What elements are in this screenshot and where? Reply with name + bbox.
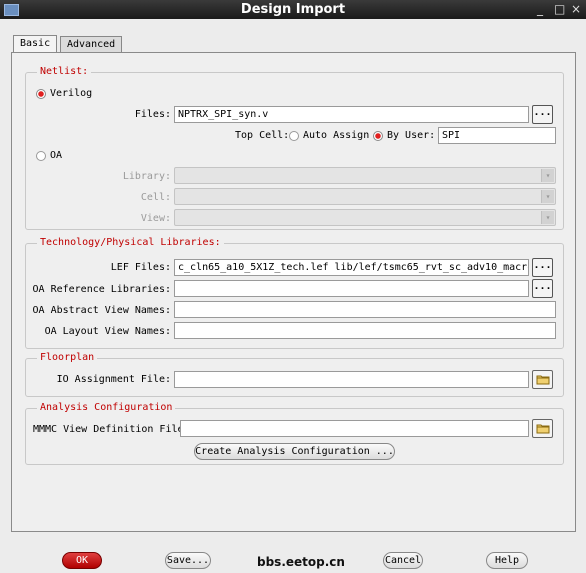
verilog-label: Verilog — [50, 88, 93, 99]
verilog-files-browse-button[interactable]: ... — [532, 105, 553, 124]
help-button[interactable]: Help — [486, 552, 528, 569]
cell-select[interactable]: ▾ — [174, 188, 556, 205]
mmmc-file-browse-button[interactable] — [532, 419, 553, 438]
io-assignment-file-label: IO Assignment File: — [56, 374, 171, 385]
chevron-down-icon: ▾ — [541, 169, 554, 182]
oa-radio[interactable] — [36, 151, 46, 161]
folder-icon — [536, 424, 550, 434]
lef-files-label: LEF Files: — [110, 262, 171, 273]
view-select[interactable]: ▾ — [174, 209, 556, 226]
create-analysis-configuration-button[interactable]: Create Analysis Configuration ... — [194, 443, 395, 460]
files-label: Files: — [134, 109, 171, 120]
tab-basic[interactable]: Basic — [13, 35, 58, 53]
verilog-files-input[interactable]: NPTRX_SPI_syn.v — [174, 106, 529, 123]
mmmc-view-definition-label: MMMC View Definition File: — [33, 424, 190, 435]
oa-abstract-view-names-input[interactable] — [174, 301, 556, 318]
tech-libraries-legend: Technology/Physical Libraries: — [37, 237, 224, 248]
watermark-text: bbs.eetop.cn — [257, 555, 345, 569]
cell-label: Cell: — [140, 192, 171, 203]
auto-assign-label: Auto Assign — [303, 130, 370, 141]
io-assignment-file-input[interactable] — [174, 371, 529, 388]
oa-layout-view-names-label: OA Layout View Names: — [44, 326, 171, 337]
auto-assign-radio[interactable] — [289, 131, 299, 141]
oa-reference-libraries-label: OA Reference Libraries: — [32, 284, 171, 295]
oa-layout-view-names-input[interactable] — [174, 322, 556, 339]
lef-files-browse-button[interactable]: ... — [532, 258, 553, 277]
netlist-group — [25, 72, 564, 230]
oa-reference-browse-button[interactable]: ... — [532, 279, 553, 298]
netlist-legend: Netlist: — [37, 66, 92, 77]
window-title: Design Import — [240, 2, 346, 17]
analysis-configuration-legend: Analysis Configuration — [37, 402, 176, 413]
library-select[interactable]: ▾ — [174, 167, 556, 184]
oa-label: OA — [50, 150, 63, 161]
oa-reference-libraries-input[interactable] — [174, 280, 529, 297]
chevron-down-icon: ▾ — [541, 190, 554, 203]
by-user-radio[interactable] — [373, 131, 383, 141]
folder-icon — [536, 375, 550, 385]
view-label: View: — [140, 213, 171, 224]
top-cell-input[interactable]: SPI — [438, 127, 556, 144]
io-file-browse-button[interactable] — [532, 370, 553, 389]
save-button[interactable]: Save... — [165, 552, 211, 569]
cancel-button[interactable]: Cancel — [383, 552, 423, 569]
minimize-button[interactable]: _ — [537, 2, 543, 16]
floorplan-legend: Floorplan — [37, 352, 98, 363]
by-user-label: By User: — [387, 130, 436, 141]
verilog-radio[interactable] — [36, 89, 46, 99]
tab-advanced[interactable]: Advanced — [60, 36, 123, 53]
title-bar: Design Import _ □ × — [0, 0, 586, 19]
lef-files-input[interactable]: c_cln65_a10_5X1Z_tech.lef lib/lef/tsmc65… — [174, 259, 529, 276]
library-label: Library: — [122, 171, 171, 182]
maximize-button[interactable]: □ — [554, 2, 565, 16]
close-button[interactable]: × — [571, 2, 581, 16]
chevron-down-icon: ▾ — [541, 211, 554, 224]
ok-button[interactable]: OK — [62, 552, 102, 569]
mmmc-view-definition-input[interactable] — [180, 420, 529, 437]
top-cell-label: Top Cell: — [235, 130, 290, 141]
oa-abstract-view-names-label: OA Abstract View Names: — [32, 305, 171, 316]
